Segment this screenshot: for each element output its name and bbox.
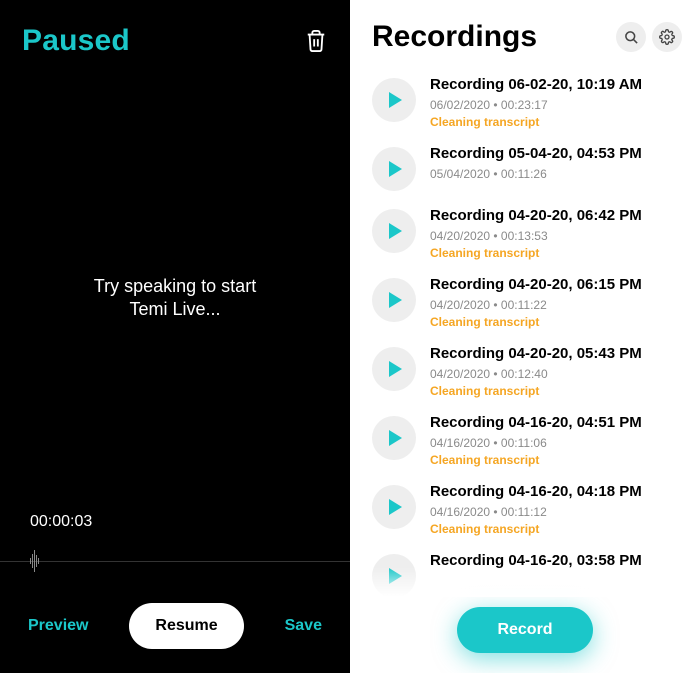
recording-item[interactable]: Recording 04-20-20, 06:15 PM 04/20/2020 •… [372, 268, 684, 337]
recordings-title: Recordings [372, 20, 537, 54]
recording-title: Recording 04-16-20, 04:18 PM [430, 483, 684, 501]
recorder-status-title: Paused [22, 24, 130, 58]
recording-text: Recording 04-20-20, 05:43 PM 04/20/2020 •… [430, 345, 684, 398]
play-icon [389, 292, 402, 308]
header-actions [616, 22, 682, 52]
placeholder-line1: Try speaking to start [94, 275, 256, 298]
recording-status: Cleaning transcript [430, 453, 684, 467]
recording-title: Recording 04-20-20, 06:42 PM [430, 207, 684, 225]
recording-meta: 04/16/2020 • 00:11:12 [430, 505, 684, 519]
play-icon [389, 92, 402, 108]
recording-item[interactable]: Recording 04-20-20, 05:43 PM 04/20/2020 •… [372, 337, 684, 406]
search-icon [624, 30, 639, 45]
recording-item[interactable]: Recording 04-16-20, 04:18 PM 04/16/2020 •… [372, 475, 684, 544]
recorder-bottom-bar: Preview Resume Save [0, 603, 350, 673]
play-icon [389, 161, 402, 177]
recording-status: Cleaning transcript [430, 384, 684, 398]
recorder-panel: Paused Try speaking to start Temi Live..… [0, 0, 350, 673]
delete-button[interactable] [303, 28, 328, 55]
play-button[interactable] [372, 78, 416, 122]
play-button[interactable] [372, 209, 416, 253]
trash-icon [305, 29, 327, 53]
recording-item[interactable]: Recording 04-16-20, 04:51 PM 04/16/2020 •… [372, 406, 684, 475]
search-button[interactable] [616, 22, 646, 52]
recordings-panel: Recordings Recording 06-02-20, 10:19 AM 0… [350, 0, 700, 673]
recording-title: Recording 05-04-20, 04:53 PM [430, 145, 684, 163]
play-button[interactable] [372, 416, 416, 460]
play-icon [389, 223, 402, 239]
recording-text: Recording 06-02-20, 10:19 AM 06/02/2020 •… [430, 76, 684, 129]
preview-button[interactable]: Preview [28, 617, 88, 635]
recording-meta: 04/20/2020 • 00:11:22 [430, 298, 684, 312]
recording-title: Recording 04-16-20, 04:51 PM [430, 414, 684, 432]
recording-text: Recording 04-20-20, 06:42 PM 04/20/2020 •… [430, 207, 684, 260]
play-button[interactable] [372, 347, 416, 391]
recording-meta: 04/20/2020 • 00:12:40 [430, 367, 684, 381]
recording-text: Recording 04-16-20, 03:58 PM [430, 552, 684, 597]
recording-title: Recording 06-02-20, 10:19 AM [430, 76, 684, 94]
recorder-header: Paused [0, 0, 350, 58]
play-button[interactable] [372, 554, 416, 597]
recording-timer: 00:00:03 [0, 513, 350, 531]
settings-button[interactable] [652, 22, 682, 52]
recording-text: Recording 05-04-20, 04:53 PM 05/04/2020 •… [430, 145, 684, 191]
save-button[interactable]: Save [285, 617, 322, 635]
recording-meta: 05/04/2020 • 00:11:26 [430, 167, 684, 181]
recorder-placeholder-message: Try speaking to start Temi Live... [0, 98, 350, 497]
recording-title: Recording 04-20-20, 05:43 PM [430, 345, 684, 363]
resume-button[interactable]: Resume [129, 603, 243, 649]
recording-title: Recording 04-16-20, 03:58 PM [430, 552, 684, 570]
recording-meta: 04/20/2020 • 00:13:53 [430, 229, 684, 243]
recording-status: Cleaning transcript [430, 115, 684, 129]
play-icon [389, 361, 402, 377]
recording-text: Recording 04-16-20, 04:18 PM 04/16/2020 •… [430, 483, 684, 536]
recording-meta: 04/16/2020 • 00:11:06 [430, 436, 684, 450]
recording-status: Cleaning transcript [430, 522, 684, 536]
recordings-header: Recordings [350, 0, 700, 66]
play-button[interactable] [372, 147, 416, 191]
play-icon [389, 499, 402, 515]
play-icon [389, 568, 402, 584]
recording-item[interactable]: Recording 04-16-20, 03:58 PM [372, 544, 684, 597]
recording-title: Recording 04-20-20, 06:15 PM [430, 276, 684, 294]
placeholder-line2: Temi Live... [129, 298, 220, 321]
play-button[interactable] [372, 485, 416, 529]
recording-status: Cleaning transcript [430, 246, 684, 260]
recordings-list[interactable]: Recording 06-02-20, 10:19 AM 06/02/2020 •… [350, 66, 700, 597]
recording-item[interactable]: Recording 06-02-20, 10:19 AM 06/02/2020 •… [372, 68, 684, 137]
recordings-footer: Record [350, 597, 700, 673]
recording-text: Recording 04-20-20, 06:15 PM 04/20/2020 •… [430, 276, 684, 329]
recording-status: Cleaning transcript [430, 315, 684, 329]
waveform-display [0, 541, 350, 581]
gear-icon [659, 29, 675, 45]
play-button[interactable] [372, 278, 416, 322]
recording-text: Recording 04-16-20, 04:51 PM 04/16/2020 •… [430, 414, 684, 467]
record-button[interactable]: Record [457, 607, 592, 653]
recording-item[interactable]: Recording 05-04-20, 04:53 PM 05/04/2020 •… [372, 137, 684, 199]
recording-item[interactable]: Recording 04-20-20, 06:42 PM 04/20/2020 •… [372, 199, 684, 268]
recording-meta: 06/02/2020 • 00:23:17 [430, 98, 684, 112]
play-icon [389, 430, 402, 446]
